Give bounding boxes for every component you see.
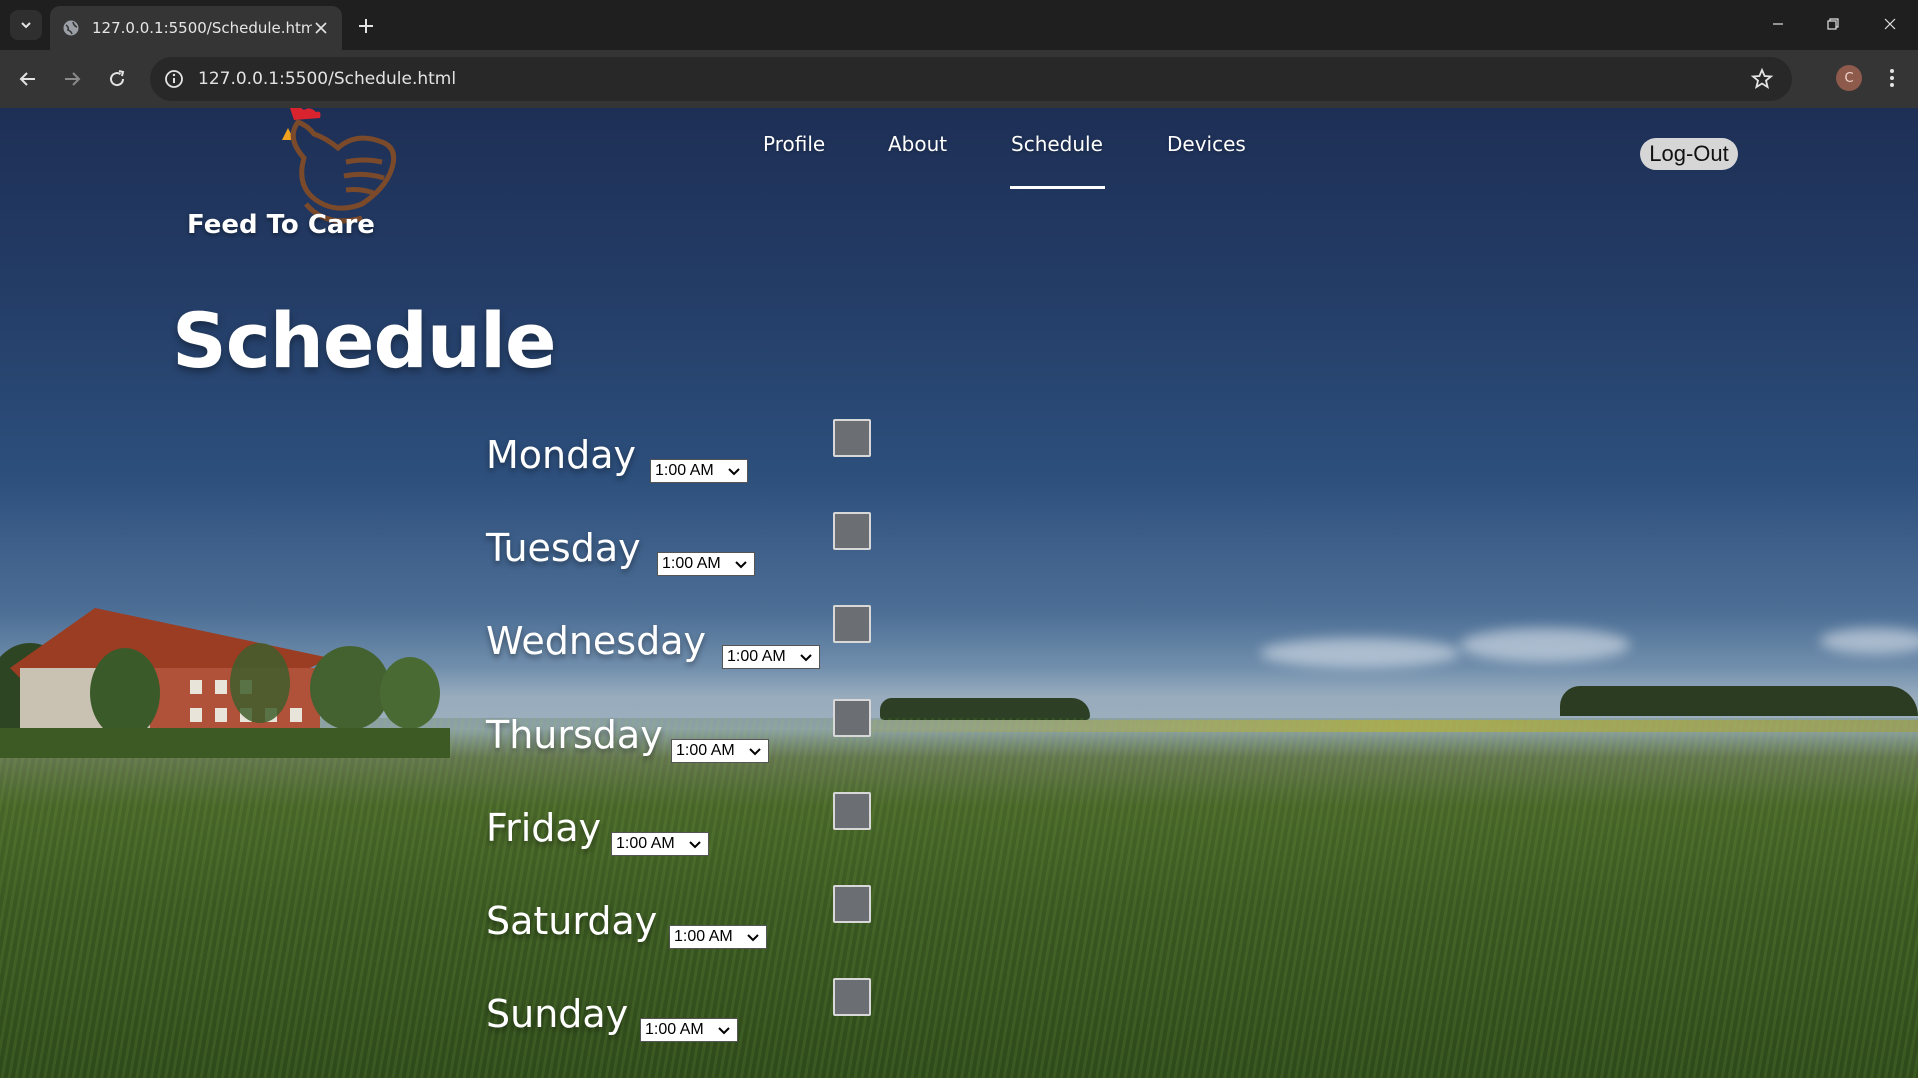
wheat-field: [0, 718, 1918, 1078]
close-icon: [315, 22, 327, 34]
chevron-down-icon: [747, 934, 759, 942]
restore-icon: [1827, 18, 1839, 30]
brand-name[interactable]: Feed To Care: [187, 210, 375, 240]
chevron-down-icon: [735, 561, 747, 569]
day-label: Wednesday: [486, 619, 707, 663]
cloud: [1460, 628, 1630, 662]
distant-trees: [1560, 686, 1918, 716]
time-select-value: 1:00 AM: [645, 1021, 704, 1038]
browser-toolbar: 127.0.0.1:5500/Schedule.html C: [0, 50, 1918, 108]
time-select[interactable]: 1:00 AM: [657, 552, 755, 576]
time-select-value: 1:00 AM: [676, 742, 735, 759]
chevron-down-icon: [21, 22, 31, 29]
active-nav-indicator: [1010, 186, 1105, 189]
reload-button[interactable]: [101, 63, 133, 95]
globe-icon: [63, 20, 79, 36]
day-label: Thursday: [486, 713, 663, 757]
schedule-checkbox[interactable]: [833, 419, 871, 457]
day-label: Monday: [486, 433, 637, 477]
nav-devices[interactable]: Devices: [1167, 132, 1246, 156]
time-select[interactable]: 1:00 AM: [611, 832, 709, 856]
chevron-down-icon: [718, 1027, 730, 1035]
minimize-button[interactable]: [1758, 8, 1798, 40]
time-select-value: 1:00 AM: [662, 555, 721, 572]
schedule-checkbox[interactable]: [833, 792, 871, 830]
browser-menu-button[interactable]: [1880, 64, 1904, 92]
browser-tab-bar: 127.0.0.1:5500/Schedule.html: [0, 0, 1918, 50]
tab-title: 127.0.0.1:5500/Schedule.html: [92, 19, 312, 37]
plus-icon: [359, 19, 373, 33]
day-label: Friday: [486, 806, 602, 850]
arrow-left-icon: [19, 72, 35, 86]
schedule-checkbox[interactable]: [833, 512, 871, 550]
schedule-checkbox[interactable]: [833, 978, 871, 1016]
time-select-value: 1:00 AM: [727, 648, 786, 665]
schedule-checkbox[interactable]: [833, 605, 871, 643]
time-select-value: 1:00 AM: [674, 928, 733, 945]
farmhouse-illustration: [0, 608, 450, 758]
forward-button[interactable]: [56, 63, 88, 95]
close-icon: [1884, 18, 1896, 30]
day-label: Tuesday: [486, 526, 641, 570]
address-bar[interactable]: 127.0.0.1:5500/Schedule.html: [150, 57, 1792, 101]
page-title: Schedule: [172, 296, 557, 385]
chevron-down-icon: [749, 748, 761, 756]
close-window-button[interactable]: [1870, 8, 1910, 40]
time-select[interactable]: 1:00 AM: [671, 739, 769, 763]
time-select[interactable]: 1:00 AM: [640, 1018, 738, 1042]
cloud: [1820, 628, 1918, 654]
info-icon[interactable]: [164, 69, 184, 89]
minimize-icon: [1773, 23, 1783, 25]
tab-close-button[interactable]: [312, 19, 330, 37]
time-select-value: 1:00 AM: [655, 462, 714, 479]
time-select[interactable]: 1:00 AM: [722, 645, 820, 669]
chevron-down-icon: [800, 654, 812, 662]
cloud: [1260, 638, 1460, 668]
chevron-down-icon: [728, 468, 740, 476]
logout-button[interactable]: Log-Out: [1640, 138, 1738, 170]
arrow-right-icon: [65, 72, 81, 86]
time-select-value: 1:00 AM: [616, 835, 675, 852]
nav-profile[interactable]: Profile: [763, 132, 825, 156]
chevron-down-icon: [689, 841, 701, 849]
schedule-checkbox[interactable]: [833, 885, 871, 923]
tab-list-button[interactable]: [10, 10, 42, 40]
day-label: Sunday: [486, 992, 629, 1036]
schedule-checkbox[interactable]: [833, 699, 871, 737]
nav-schedule[interactable]: Schedule: [1011, 132, 1103, 156]
time-select[interactable]: 1:00 AM: [650, 459, 748, 483]
time-select[interactable]: 1:00 AM: [669, 925, 767, 949]
url-text[interactable]: 127.0.0.1:5500/Schedule.html: [198, 69, 1750, 89]
star-icon[interactable]: [1750, 67, 1774, 91]
reload-icon: [110, 70, 125, 87]
new-tab-button[interactable]: [352, 12, 380, 40]
profile-avatar[interactable]: C: [1836, 65, 1862, 91]
back-button[interactable]: [12, 63, 44, 95]
day-label: Saturday: [486, 899, 658, 943]
restore-button[interactable]: [1813, 8, 1853, 40]
page-viewport: Feed To Care Profile About Schedule Devi…: [0, 108, 1918, 1078]
distant-trees: [880, 698, 1090, 720]
kebab-icon: [1890, 69, 1894, 87]
browser-tab[interactable]: 127.0.0.1:5500/Schedule.html: [50, 6, 342, 50]
nav-about[interactable]: About: [888, 132, 947, 156]
